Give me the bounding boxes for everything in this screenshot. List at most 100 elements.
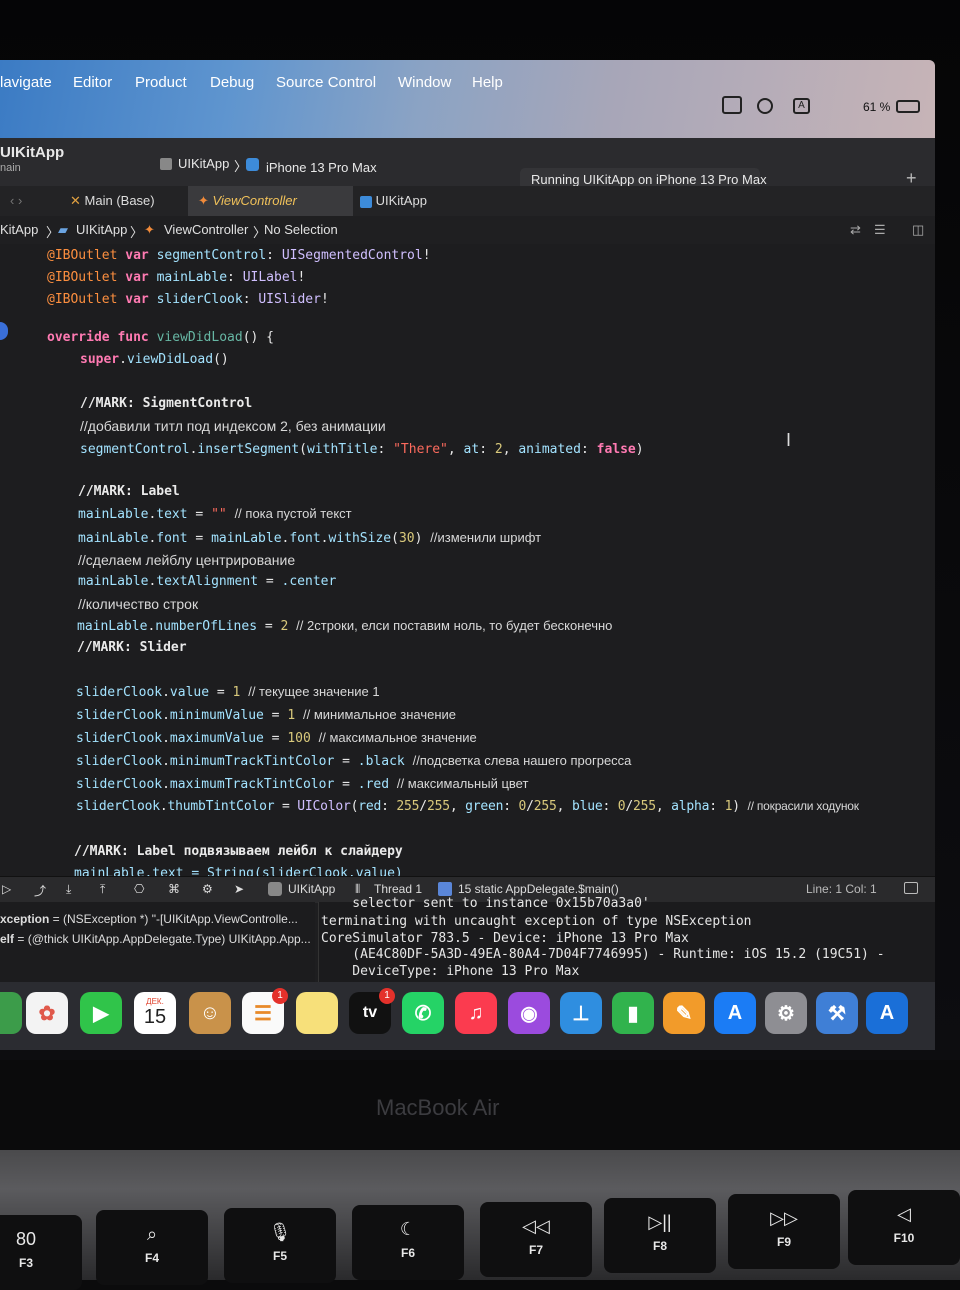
- variables-view[interactable]: xception = (NSException *) "-[UIKitApp.V…: [0, 902, 315, 982]
- jump-project[interactable]: KitApp: [0, 222, 38, 237]
- menu-debug[interactable]: Debug: [210, 74, 254, 91]
- device-icon: [246, 158, 259, 171]
- step-over-icon[interactable]: ⤴: [34, 882, 46, 899]
- jump-symbol[interactable]: No Selection: [264, 222, 338, 237]
- code-line: override func viewDidLoad() {: [47, 330, 274, 345]
- code-comment: //сделаем лейблу центрирование: [78, 552, 296, 568]
- key-f3[interactable]: 80 F3: [0, 1215, 82, 1290]
- screen-mirror-icon[interactable]: [722, 96, 742, 114]
- menu-product[interactable]: Product: [135, 74, 187, 91]
- code-editor[interactable]: @IBOutlet var segmentControl: UISegmente…: [0, 244, 935, 884]
- debug-app[interactable]: UIKitApp: [288, 882, 335, 896]
- dock-xcode-icon[interactable]: ⚒: [816, 992, 858, 1034]
- code-line: //MARK: SigmentControl: [80, 396, 253, 411]
- debug-thread[interactable]: Thread 1: [374, 882, 422, 896]
- code-line: //MARK: Label подвязываем лейбл к слайде…: [74, 844, 403, 859]
- tab-label: UIKitApp: [375, 193, 427, 208]
- dock-pages-icon[interactable]: ✎: [663, 992, 705, 1034]
- code-line: mainLable.font = mainLable.font.withSize…: [78, 530, 542, 546]
- dock-calendar-icon[interactable]: ДЕК. 15: [134, 992, 176, 1034]
- device-name[interactable]: iPhone 13 Pro Max: [266, 160, 377, 175]
- dock-tv-icon[interactable]: tv 1: [349, 988, 395, 1034]
- key-f4[interactable]: ⌕ F4: [96, 1210, 208, 1285]
- tab-viewcontroller[interactable]: ✦ ViewController: [188, 186, 353, 216]
- memory-graph-icon[interactable]: ⌘: [168, 882, 180, 896]
- code-line: segmentControl.insertSegment(withTitle: …: [80, 442, 644, 457]
- menu-source-control[interactable]: Source Control: [276, 74, 376, 91]
- key-f8[interactable]: ▷|| F8: [604, 1198, 716, 1273]
- continue-icon[interactable]: ▷: [2, 882, 11, 896]
- dock-photos-icon[interactable]: ✿: [26, 992, 68, 1034]
- code-line: sliderClook.minimumTrackTintColor = .bla…: [76, 753, 632, 769]
- split-editor-icon[interactable]: ◫: [912, 222, 924, 238]
- console-line: selector sent to instance 0x15b70a3a0': [321, 896, 650, 911]
- variable-row[interactable]: xception = (NSException *) "-[UIKitApp.V…: [0, 912, 298, 926]
- battery-icon[interactable]: [896, 100, 920, 113]
- laptop-brand: MacBook Air: [376, 1095, 500, 1120]
- app-icon: [360, 195, 372, 208]
- dock-notes-icon[interactable]: [296, 992, 338, 1034]
- dock-facetime-icon[interactable]: ▶: [80, 992, 122, 1034]
- key-f5[interactable]: 🎙 F5: [224, 1208, 336, 1283]
- code-line: sliderClook.minimumValue = 1 // минималь…: [76, 707, 456, 723]
- code-line: @IBOutlet var mainLable: UILabel!: [47, 270, 306, 285]
- editor-options-icon[interactable]: ☰: [874, 222, 886, 238]
- dock-maps-icon[interactable]: [0, 992, 22, 1034]
- dock-system-preferences-icon[interactable]: ⚙: [765, 992, 807, 1034]
- menu-window[interactable]: Window: [398, 74, 451, 91]
- dock-music-icon[interactable]: ♫: [455, 992, 497, 1034]
- folder-icon: ▰: [58, 222, 68, 237]
- jump-file[interactable]: ViewController: [164, 222, 248, 237]
- related-items-icon[interactable]: ⇄: [850, 222, 861, 238]
- tab-main-base[interactable]: ✕ Main (Base): [60, 186, 190, 216]
- dock-app-store-icon[interactable]: A: [714, 992, 756, 1034]
- jump-group[interactable]: UIKitApp: [76, 222, 127, 237]
- project-branch: nain: [0, 162, 21, 174]
- nav-back-forward-icon[interactable]: ‹ ›: [0, 186, 32, 216]
- dock-numbers-icon[interactable]: ▮: [612, 992, 654, 1034]
- tab-label: ViewController: [212, 193, 297, 208]
- menu-help[interactable]: Help: [472, 74, 503, 91]
- key-f10[interactable]: ◁ F10: [848, 1190, 960, 1265]
- code-comment: //добавили титл под индексом 2, без аним…: [80, 418, 386, 434]
- run-status: Running UIKitApp on iPhone 13 Pro Max: [531, 172, 767, 187]
- dock-reminders-icon[interactable]: ☰ 1: [242, 988, 288, 1034]
- console-line: DeviceType: iPhone 13 Pro Max: [321, 964, 580, 979]
- screen: lavigate Editor Product Debug Source Con…: [0, 60, 935, 1050]
- scheme-name[interactable]: UIKitApp: [178, 156, 229, 171]
- play-icon[interactable]: [757, 98, 773, 114]
- menu-editor[interactable]: Editor: [73, 74, 112, 91]
- step-into-icon[interactable]: ⤓: [66, 882, 71, 897]
- code-line: @IBOutlet var segmentControl: UISegmente…: [47, 248, 431, 263]
- tab-uikitapp[interactable]: UIKitApp: [350, 186, 480, 216]
- hide-panel-icon[interactable]: [904, 882, 918, 894]
- battery-percent: 61 %: [863, 100, 891, 114]
- code-line: super.viewDidLoad(): [80, 352, 229, 367]
- code-line: @IBOutlet var sliderClook: UISlider!: [47, 292, 329, 307]
- dock: ✿ ▶ ДЕК. 15 ☺ ☰ 1 tv 1 ✆ ♫ ◉ ⊥ ▮ ✎ A ⚙ ⚒ A: [0, 982, 935, 1050]
- dock-podcasts-icon[interactable]: ◉: [508, 992, 550, 1034]
- dock-simulator-icon[interactable]: A: [866, 992, 908, 1034]
- debug-frame[interactable]: 15 static AppDelegate.$main(): [458, 882, 619, 896]
- key-f9[interactable]: ▷▷ F9: [728, 1194, 840, 1269]
- menu-bar: lavigate Editor Product Debug Source Con…: [0, 60, 935, 140]
- console-output[interactable]: selector sent to instance 0x15b70a3a0' t…: [318, 896, 935, 982]
- input-source-icon[interactable]: A: [793, 98, 810, 114]
- step-out-icon[interactable]: ⤒: [100, 882, 105, 897]
- chevron-right-icon: 〉: [130, 225, 144, 240]
- project-name: UIKitApp: [0, 144, 65, 161]
- menu-navigate[interactable]: lavigate: [0, 74, 52, 91]
- environment-icon[interactable]: ⚙: [202, 882, 213, 896]
- key-f7[interactable]: ◁◁ F7: [480, 1202, 592, 1277]
- variable-row[interactable]: elf = (@thick UIKitApp.AppDelegate.Type)…: [0, 932, 311, 946]
- breakpoint-marker[interactable]: [0, 322, 8, 340]
- key-f6[interactable]: ☾ F6: [352, 1205, 464, 1280]
- thread-icon: ⦀: [355, 882, 361, 896]
- dock-keynote-icon[interactable]: ⊥: [560, 992, 602, 1034]
- view-debugger-icon[interactable]: ⎔: [134, 882, 144, 896]
- editor-tabs: ‹ › ✕ Main (Base) ✦ ViewController UIKit…: [0, 186, 935, 217]
- console-line: terminating with uncaught exception of t…: [321, 914, 752, 929]
- dock-contacts-icon[interactable]: ☺: [189, 992, 231, 1034]
- dock-whatsapp-icon[interactable]: ✆: [402, 992, 444, 1034]
- location-icon[interactable]: ➤: [234, 882, 244, 896]
